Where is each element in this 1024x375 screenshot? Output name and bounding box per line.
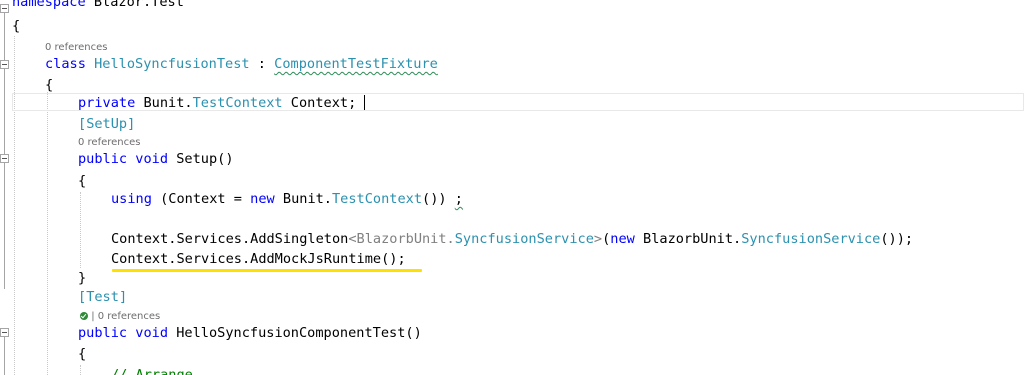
comment-arrange: // Arrange (111, 367, 193, 375)
outline-guide-test (4, 337, 5, 375)
namespace-name: Blazor.Test (85, 0, 184, 10)
attribute-setup: SetUp (86, 116, 128, 132)
keyword-class: class (45, 56, 86, 72)
services-add-singleton: Context.Services.AddSingleton (111, 231, 349, 247)
field-name: Context; (282, 95, 357, 111)
type-syncfusionservice: SyncfusionService (454, 231, 594, 247)
brace: { (78, 346, 87, 362)
keyword-new: new (610, 231, 635, 247)
method-setup: Setup() (176, 151, 234, 167)
outline-guide-namespace (4, 13, 5, 61)
bracket-open: [ (78, 116, 87, 132)
collapse-namespace-icon[interactable] (0, 4, 9, 13)
keyword-public: public (78, 325, 128, 341)
brace: { (78, 173, 87, 189)
indent-guide-namespace (14, 36, 15, 375)
type-testcontext: TestContext (332, 191, 423, 207)
text-caret (364, 95, 365, 110)
bracket-close: ] (118, 289, 128, 305)
code-line-setup-open-brace[interactable]: { (78, 172, 86, 190)
keyword-using: using (111, 191, 152, 207)
singleton-tail: ()); (880, 231, 914, 247)
code-line-test-signature[interactable]: public void HelloSyncfusionComponentTest… (78, 324, 422, 342)
keyword-namespace: namespace (12, 0, 86, 10)
code-line-using-statement[interactable]: using (Context = new Bunit.TestContext()… (111, 190, 463, 208)
codelens-test-references[interactable]: | 0 references (80, 311, 160, 323)
code-line-setup-attribute[interactable]: [SetUp] (78, 115, 135, 133)
highlight-underline (112, 269, 422, 272)
inheritance-colon: : (249, 56, 275, 72)
keyword-private: private (78, 95, 136, 111)
keyword-void: void (135, 325, 169, 341)
code-line-namespace-open-brace[interactable]: { (12, 17, 20, 35)
using-tail: ()) (422, 191, 455, 207)
code-line-test-open-brace[interactable]: { (78, 345, 86, 363)
bracket-open: [ (78, 289, 87, 305)
codelens-setup-references[interactable]: 0 references (78, 137, 141, 149)
bracket-close: ] (127, 116, 136, 132)
type-syncfusionservice: SyncfusionService (741, 231, 881, 247)
generic-close: > (593, 231, 603, 247)
attribute-test: Test (86, 289, 119, 305)
codelens-class-references[interactable]: 0 references (45, 42, 108, 54)
code-editor[interactable]: namespace Blazor.Test { 0 references cla… (0, 0, 1024, 375)
indent-guide-class (47, 92, 48, 375)
code-line-setup-close-brace[interactable]: } (78, 269, 86, 287)
test-passed-icon[interactable] (80, 312, 88, 320)
type-testcontext: TestContext (192, 95, 283, 111)
collapse-class-icon[interactable] (0, 60, 9, 69)
base-type-name[interactable]: ComponentTestFixture (274, 56, 438, 72)
brace: { (45, 77, 54, 93)
code-line-setup-signature[interactable]: public void Setup() (78, 150, 234, 168)
indent-guide-test-body (80, 365, 81, 375)
empty-statement-semicolon[interactable]: ; (455, 191, 463, 207)
keyword-new: new (250, 191, 275, 207)
code-line-class-open-brace[interactable]: { (45, 76, 53, 94)
code-line-context-field[interactable]: private Bunit.TestContext Context; (78, 94, 356, 112)
method-test: HelloSyncfusionComponentTest() (176, 325, 422, 341)
namespace-bunit: Bunit. (274, 191, 332, 207)
indent-guide-setup-body (80, 192, 81, 268)
code-line-add-mock-js-runtime[interactable]: Context.Services.AddMockJsRuntime(); (111, 250, 406, 268)
brace: { (12, 18, 21, 34)
code-line-namespace[interactable]: namespace Blazor.Test (12, 0, 184, 11)
collapse-test-method-icon[interactable] (0, 328, 9, 337)
brace: } (78, 270, 87, 286)
keyword-public: public (78, 151, 128, 167)
code-line-test-attribute[interactable]: [Test] (78, 288, 127, 306)
keyword-void: void (135, 151, 169, 167)
outline-guide-setup (4, 163, 5, 289)
class-name: HelloSyncfusionTest (94, 56, 250, 72)
collapse-setup-icon[interactable] (0, 154, 9, 163)
code-line-class-declaration[interactable]: class HelloSyncfusionTest : ComponentTes… (45, 55, 438, 73)
test-references-label: | 0 references (91, 311, 161, 322)
namespace-blazorbunit: BlazorbUnit. (634, 231, 742, 247)
generic-arg-namespace: <BlazorbUnit. (348, 231, 455, 247)
using-expression: (Context = (151, 191, 251, 207)
outline-guide-class (4, 69, 5, 155)
code-line-add-singleton[interactable]: Context.Services.AddSingleton<BlazorbUni… (111, 230, 913, 248)
namespace-bunit: Bunit. (143, 95, 193, 111)
mock-js-runtime-call: Context.Services.AddMockJsRuntime(); (111, 251, 406, 267)
code-line-arrange-comment[interactable]: // Arrange (111, 366, 193, 375)
